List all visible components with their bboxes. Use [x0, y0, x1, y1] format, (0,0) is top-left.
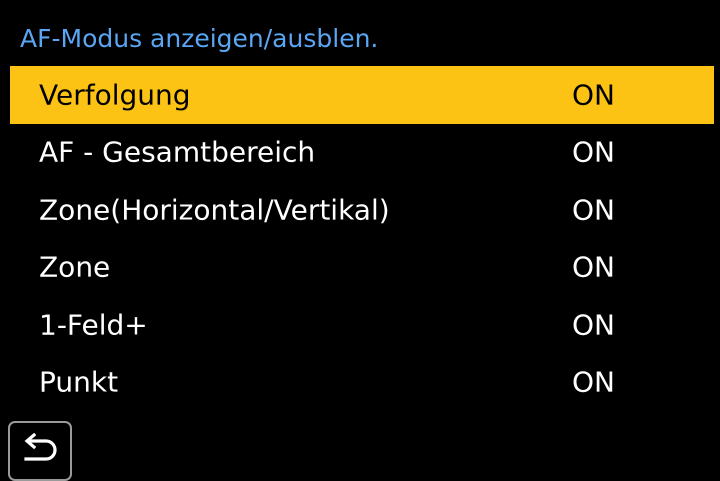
menu-item-value: ON [572, 193, 615, 227]
menu-item-punkt[interactable]: Punkt ON [10, 354, 714, 412]
af-mode-list: Verfolgung ON AF - Gesamtbereich ON Zone… [10, 66, 714, 411]
menu-item-1-feld-plus[interactable]: 1-Feld+ ON [10, 296, 714, 354]
menu-item-label: Zone [39, 250, 111, 284]
menu-item-af-gesamtbereich[interactable]: AF - Gesamtbereich ON [10, 124, 714, 182]
menu-item-value: ON [572, 365, 615, 399]
menu-item-label: Punkt [39, 365, 119, 399]
menu-item-label: 1-Feld+ [39, 308, 148, 342]
back-button[interactable] [8, 421, 72, 481]
menu-item-label: AF - Gesamtbereich [39, 135, 316, 169]
page-title: AF-Modus anzeigen/ausblen. [20, 24, 379, 53]
menu-item-value: ON [572, 308, 615, 342]
menu-item-value: ON [572, 250, 615, 284]
return-arrow-icon [24, 433, 57, 461]
menu-item-label: Verfolgung [39, 78, 191, 112]
menu-item-label: Zone(Horizontal/Vertikal) [39, 193, 390, 227]
menu-item-verfolgung[interactable]: Verfolgung ON [10, 66, 714, 124]
menu-item-value: ON [572, 78, 615, 112]
menu-item-zone[interactable]: Zone ON [10, 239, 714, 297]
menu-item-value: ON [572, 135, 615, 169]
menu-item-zone-horizontal-vertikal[interactable]: Zone(Horizontal/Vertikal) ON [10, 181, 714, 239]
